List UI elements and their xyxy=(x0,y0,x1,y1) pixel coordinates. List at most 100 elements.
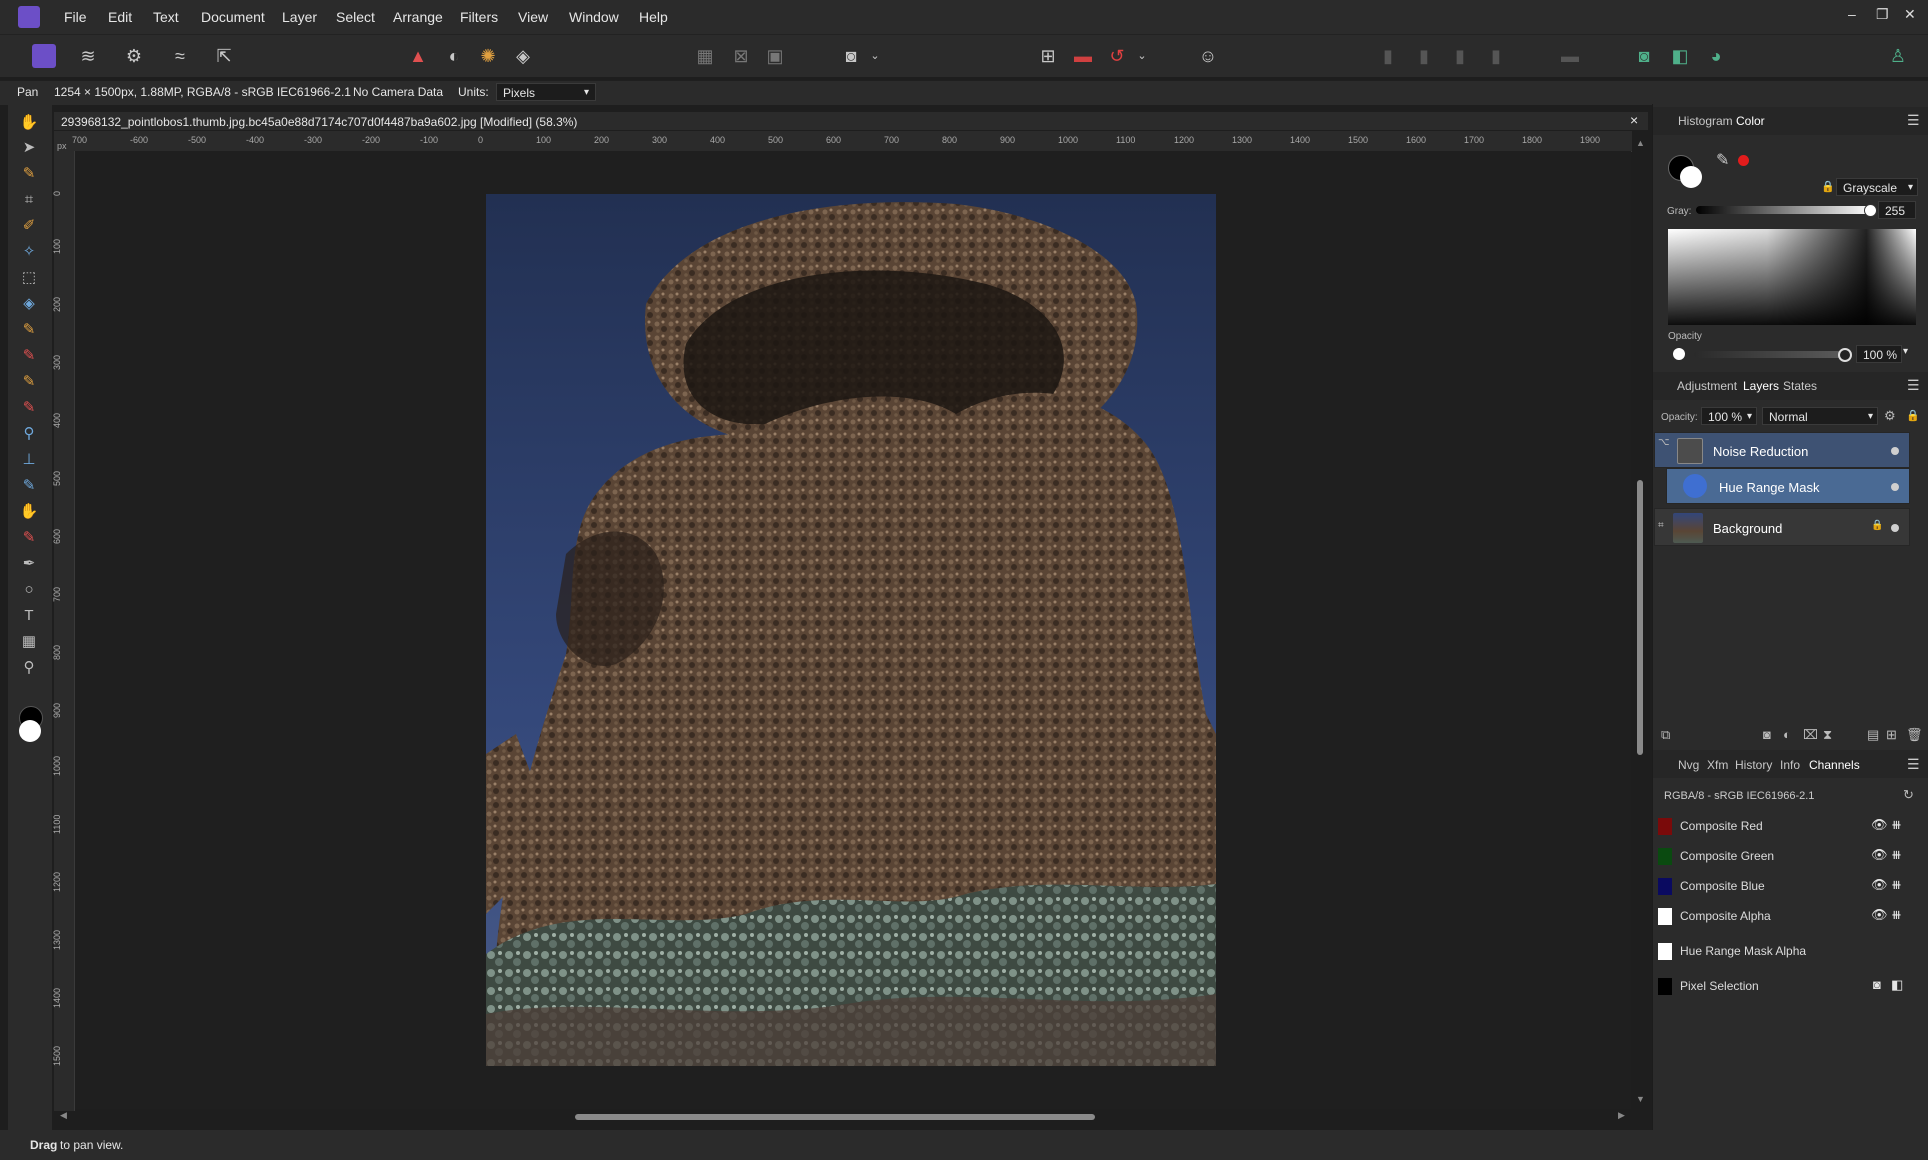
channel-row-composite-alpha[interactable]: Composite Alpha 👁 ⧻ xyxy=(1654,901,1910,931)
erase-brush-tool-icon[interactable]: ✎ xyxy=(18,397,40,419)
channel-row-composite-blue[interactable]: Composite Blue 👁 ⧻ xyxy=(1654,871,1910,901)
menu-arrange[interactable]: Arrange xyxy=(393,9,443,25)
selection-to-mask-icon[interactable]: ◙ xyxy=(1873,977,1881,992)
white-balance-icon[interactable]: ◐ xyxy=(442,44,466,68)
menu-window[interactable]: Window xyxy=(569,9,619,25)
menu-text[interactable]: Text xyxy=(153,9,179,25)
add-group-icon[interactable]: ▤ xyxy=(1867,727,1879,743)
layer-options-icon[interactable]: ⧉ xyxy=(1661,727,1670,743)
add-adjustment-icon[interactable]: ◐ xyxy=(1783,727,1791,742)
channel-edit-icon[interactable]: ⧻ xyxy=(1891,877,1902,893)
duplicate-icon[interactable]: ◧ xyxy=(1668,44,1692,68)
opacity-slider[interactable] xyxy=(1694,351,1842,358)
scroll-up-icon[interactable]: ▲ xyxy=(1636,138,1645,148)
close-document-icon[interactable]: × xyxy=(1630,112,1638,128)
layer-visibility-toggle[interactable] xyxy=(1891,483,1899,491)
opacity-slider-handle[interactable] xyxy=(1838,348,1852,362)
units-select[interactable]: Pixels ▾ xyxy=(496,83,596,101)
tab-adjustment[interactable]: Adjustment xyxy=(1677,379,1737,393)
menu-help[interactable]: Help xyxy=(639,9,668,25)
menu-filters[interactable]: Filters xyxy=(460,9,498,25)
marquee-tool-icon[interactable]: ⬚ xyxy=(18,267,40,289)
invert-selection-channel-icon[interactable]: ◧ xyxy=(1891,977,1903,993)
tab-histogram[interactable]: Histogram xyxy=(1678,114,1733,128)
restore-button[interactable]: ❐ xyxy=(1876,6,1889,23)
text-tool-icon[interactable]: T xyxy=(18,605,40,627)
layer-row-background[interactable]: ⌗ Background 🔒 xyxy=(1654,508,1910,546)
export-persona-icon[interactable]: ⇱ xyxy=(212,44,236,68)
scroll-right-icon[interactable]: ▶ xyxy=(1618,1110,1625,1121)
select-all-icon[interactable]: ▦ xyxy=(693,44,717,68)
scroll-down-icon[interactable]: ▼ xyxy=(1636,1094,1645,1104)
secondary-color-swatch[interactable] xyxy=(19,720,41,742)
add-pixel-layer-icon[interactable]: ⧗ xyxy=(1823,727,1832,743)
user-account-icon[interactable]: ♙ xyxy=(1886,44,1910,68)
opacity-value-field[interactable]: 100 % xyxy=(1856,345,1902,363)
menu-layer[interactable]: Layer xyxy=(282,9,317,25)
channel-edit-icon[interactable]: ⧻ xyxy=(1891,847,1902,863)
tab-transform[interactable]: Xfm xyxy=(1707,758,1728,772)
zoom-tool-icon[interactable]: ⚲ xyxy=(18,657,40,679)
align-icon[interactable]: ▮ xyxy=(1376,44,1400,68)
color-replacement-tool-icon[interactable]: ✎ xyxy=(18,371,40,393)
layer-locked-icon[interactable]: 🔒 xyxy=(1871,520,1883,531)
snapping-icon[interactable]: ⊞ xyxy=(1036,44,1060,68)
deselect-icon[interactable]: ⊠ xyxy=(729,44,753,68)
eyedropper-icon[interactable]: ✎ xyxy=(1716,150,1729,170)
menu-view[interactable]: View xyxy=(518,9,548,25)
flood-fill-tool-icon[interactable]: ◈ xyxy=(18,293,40,315)
lock-layer-icon[interactable]: 🔒 xyxy=(1906,409,1920,422)
add-mask-icon[interactable]: ◙ xyxy=(1763,727,1771,742)
layer-expand-icon[interactable]: ⌗ xyxy=(1658,520,1664,531)
quick-mask-icon[interactable]: ◙ xyxy=(839,44,863,68)
eye-icon[interactable]: 👁 xyxy=(1871,907,1888,923)
layer-row-noise-reduction[interactable]: ⌥ Noise Reduction xyxy=(1654,432,1910,468)
move-tool-icon[interactable]: ➤ xyxy=(18,137,40,159)
ellipse-tool-icon[interactable]: ○ xyxy=(18,579,40,601)
eye-icon[interactable]: 👁 xyxy=(1871,877,1888,893)
vertical-scrollbar[interactable] xyxy=(1637,480,1643,755)
color-spectrum[interactable] xyxy=(1668,229,1916,325)
mesh-warp-tool-icon[interactable]: ▦ xyxy=(18,631,40,653)
channel-row-pixel-selection[interactable]: Pixel Selection ◙ ◧ xyxy=(1654,971,1910,1001)
tab-channels[interactable]: Channels xyxy=(1809,758,1860,772)
arrange-icon[interactable]: ▮ xyxy=(1412,44,1436,68)
layer-visibility-toggle[interactable] xyxy=(1891,524,1899,532)
assistant-icon[interactable]: ▬ xyxy=(1071,44,1095,68)
tab-navigator[interactable]: Nvg xyxy=(1678,758,1699,772)
flip-icon[interactable]: ▮ xyxy=(1484,44,1508,68)
develop-persona-icon[interactable]: ⚙ xyxy=(122,44,146,68)
tab-states[interactable]: States xyxy=(1783,379,1817,393)
undo-dropdown-icon[interactable]: ⌄ xyxy=(1130,44,1154,68)
menu-document[interactable]: Document xyxy=(201,9,265,25)
tone-mapping-persona-icon[interactable]: ≈ xyxy=(168,44,192,68)
panel-menu-icon[interactable]: ☰ xyxy=(1907,112,1920,129)
eye-icon[interactable]: 👁 xyxy=(1871,847,1888,863)
menu-edit[interactable]: Edit xyxy=(108,9,132,25)
color-wheel-icon[interactable]: ✺ xyxy=(476,44,500,68)
channel-row-composite-red[interactable]: Composite Red 👁 ⧻ xyxy=(1654,811,1910,841)
channel-row-hue-range-mask-alpha[interactable]: Hue Range Mask Alpha xyxy=(1654,936,1910,966)
lock-icon[interactable]: 🔒 xyxy=(1821,180,1835,193)
gray-value-field[interactable]: 255 xyxy=(1878,201,1916,219)
undo-icon[interactable]: ↺ xyxy=(1105,44,1129,68)
inpainting-tool-icon[interactable]: ✎ xyxy=(18,527,40,549)
close-window-button[interactable]: ✕ xyxy=(1904,6,1916,23)
photo-persona-icon[interactable] xyxy=(32,44,56,68)
invert-selection-icon[interactable]: ▣ xyxy=(763,44,787,68)
add-page-icon[interactable]: ◙ xyxy=(1632,44,1656,68)
tab-info[interactable]: Info xyxy=(1780,758,1800,772)
flood-select-tool-icon[interactable]: ✧ xyxy=(18,241,40,263)
channel-edit-icon[interactable]: ⧻ xyxy=(1891,817,1902,833)
panel-menu-icon[interactable]: ☰ xyxy=(1907,377,1920,394)
eye-icon[interactable]: 👁 xyxy=(1871,817,1888,833)
horizontal-scrollbar[interactable] xyxy=(575,1114,1095,1120)
levels-icon[interactable]: ▲ xyxy=(406,44,430,68)
dodge-tool-icon[interactable]: ⚲ xyxy=(18,423,40,445)
gradient-tool-icon[interactable]: ✎ xyxy=(18,319,40,341)
chevron-down-icon[interactable]: ▾ xyxy=(1903,346,1908,357)
scroll-left-icon[interactable]: ◀ xyxy=(60,1110,67,1121)
layer-visibility-toggle[interactable] xyxy=(1891,447,1899,455)
blend-mode-select[interactable]: Normal ▾ xyxy=(1762,407,1878,425)
pen-tool-icon[interactable]: ✒ xyxy=(18,553,40,575)
